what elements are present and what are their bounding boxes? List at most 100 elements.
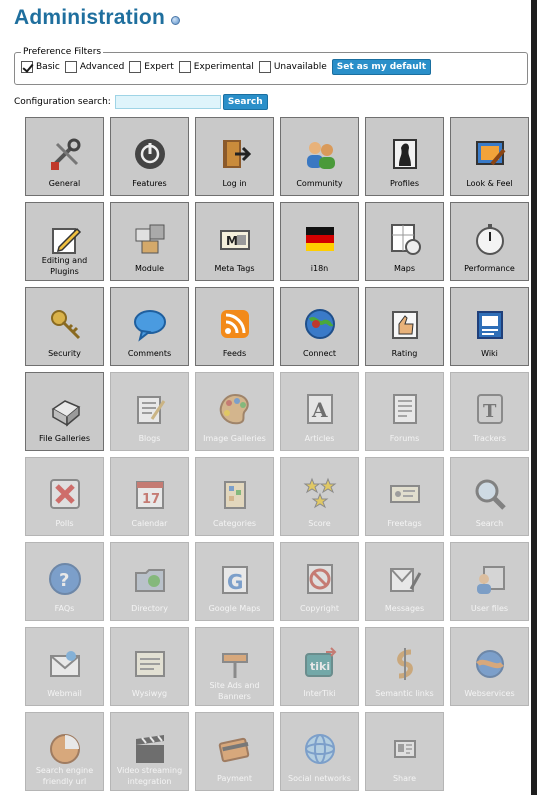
admin-tile-performance[interactable]: Performance [450,202,529,281]
svg-text:A: A [311,398,328,422]
tile-label: General [48,179,81,188]
admin-tile-articles[interactable]: A Articles [280,372,359,451]
admin-tile-log-in[interactable]: Log in [195,117,274,196]
tile-label: FAQs [54,604,75,613]
tracker-icon: T [476,394,503,424]
tile-label: Image Galleries [203,434,266,443]
page-title: Administration [14,6,165,29]
admin-tile-calendar[interactable]: 17 Calendar [110,457,189,536]
admin-tile-i18n[interactable]: i18n [280,202,359,281]
calendar-icon: 17 [135,481,164,509]
google-maps-icon: G [221,566,248,594]
tile-label: Features [132,179,167,188]
svg-text:tiki: tiki [310,660,330,673]
tile-label: User files [470,604,509,613]
admin-tile-features[interactable]: Features [110,117,189,196]
tile-label: Search [475,519,504,528]
configuration-search: Configuration search: Search [14,94,268,110]
admin-tile-comments[interactable]: Comments [110,287,189,366]
pref-unavailable[interactable]: Unavailable [258,61,327,73]
admin-tile-wysiwyg[interactable]: Wysiwyg [110,627,189,706]
admin-tile-profiles[interactable]: Profiles [365,117,444,196]
basic-checkbox[interactable] [21,61,33,73]
tile-label: Freetags [387,519,422,528]
svg-text:G: G [227,570,243,594]
admin-tile-module[interactable]: Module [110,202,189,281]
admin-tile-wiki[interactable]: Wiki [450,287,529,366]
profile-icon [392,139,417,169]
admin-tile-maps[interactable]: Maps [365,202,444,281]
tile-label: Semantic links [375,689,434,698]
file-drawer-icon [51,400,80,427]
experimental-checkbox[interactable] [178,61,191,73]
admin-tile-file-galleries[interactable]: File Galleries [25,372,104,451]
admin-tile-search[interactable]: Search [450,457,529,536]
advanced-checkbox[interactable] [64,61,77,73]
sef-icon [49,734,80,764]
admin-tile-forums[interactable]: Forums [365,372,444,451]
pref-expert[interactable]: Expert [129,61,174,73]
admin-tile-share[interactable]: Share [365,712,444,791]
admin-tile-video-streaming-integration[interactable]: Video streaming integration [110,712,189,791]
module-icon [135,224,164,254]
admin-tile-directory[interactable]: Directory [110,542,189,621]
semantic-icon [396,648,413,680]
admin-tile-rating[interactable]: Rating [365,287,444,366]
admin-tile-user-files[interactable]: User files [450,542,529,621]
admin-tile-intertiki[interactable]: tiki InterTiki [280,627,359,706]
admin-tile-google-maps[interactable]: G Google Maps [195,542,274,621]
clapper-icon [135,735,164,763]
pref-experimental[interactable]: Experimental [178,61,254,73]
admin-tile-site-ads-and-banners[interactable]: Site Ads and Banners [195,627,274,706]
admin-tile-connect[interactable]: Connect [280,287,359,366]
pref-basic[interactable]: Basic [21,61,60,73]
admin-tile-grid: General Features Log in Community Profiles Lo… [25,117,531,791]
admin-tile-security[interactable]: Security [25,287,104,366]
admin-tile-meta-tags[interactable]: M Meta Tags [195,202,274,281]
tools-icon [50,138,80,170]
set-default-button[interactable]: Set as my default [331,59,432,75]
admin-tile-semantic-links[interactable]: Semantic links [365,627,444,706]
tile-label: Blogs [138,434,161,443]
tile-label: Directory [131,604,168,613]
admin-tile-score[interactable]: Score [280,457,359,536]
intertiki-icon: tiki [304,647,336,677]
admin-tile-feeds[interactable]: Feeds [195,287,274,366]
admin-tile-webservices[interactable]: Webservices [450,627,529,706]
admin-tile-webmail[interactable]: Webmail [25,627,104,706]
admin-tile-payment[interactable]: Payment [195,712,274,791]
admin-tile-faqs[interactable]: ? FAQs [25,542,104,621]
tile-label: InterTiki [303,689,336,698]
title-row: Administration [14,6,180,30]
pref-advanced[interactable]: Advanced [64,61,124,73]
admin-tile-image-galleries[interactable]: Image Galleries [195,372,274,451]
tile-label: Webmail [47,689,82,698]
unavailable-checkbox[interactable] [258,61,271,73]
tile-label: Maps [393,264,416,273]
admin-tile-search-engine-friendly-url[interactable]: Search engine friendly url [25,712,104,791]
admin-tile-look-feel[interactable]: Look & Feel [450,117,529,196]
expert-checkbox[interactable] [129,61,142,73]
admin-tile-categories[interactable]: Categories [195,457,274,536]
admin-tile-general[interactable]: General [25,117,104,196]
svg-text:T: T [483,401,497,422]
stopwatch-icon [475,224,504,255]
admin-tile-community[interactable]: Community [280,117,359,196]
tile-label: Rating [391,349,418,358]
admin-tile-blogs[interactable]: Blogs [110,372,189,451]
search-button[interactable]: Search [222,94,268,110]
admin-tile-editing-and-plugins[interactable]: Editing and Plugins [25,202,104,281]
admin-tile-polls[interactable]: Polls [25,457,104,536]
user-files-icon [476,566,505,594]
admin-tile-social-networks[interactable]: Social networks [280,712,359,791]
search-input[interactable] [114,95,221,109]
pencil-icon [51,227,81,254]
admin-tile-messages[interactable]: Messages [365,542,444,621]
tile-label: Articles [304,434,335,443]
admin-tile-copyright[interactable]: Copyright [280,542,359,621]
question-icon: ? [48,563,81,595]
admin-tile-freetags[interactable]: Freetags [365,457,444,536]
help-icon[interactable] [170,16,180,25]
tile-label: Profiles [389,179,420,188]
admin-tile-trackers[interactable]: T Trackers [450,372,529,451]
